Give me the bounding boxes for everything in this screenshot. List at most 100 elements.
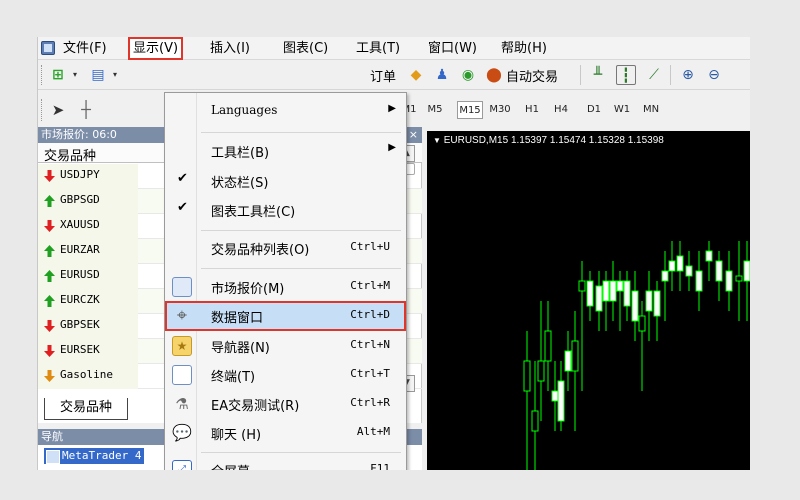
menu-item-chart-toolbar[interactable]: ✔ 图表工具栏(C) [165,195,406,225]
symbol-column-header[interactable]: 交易品种 [44,145,96,164]
terminal-icon [172,365,192,385]
tab-symbols[interactable]: 交易品种 [44,398,128,420]
menu-item-toolbars[interactable]: 工具栏(B) ▶ [165,136,406,166]
crosshair-icon: ⌖ [176,305,188,326]
candle-body [685,265,693,277]
menu-item-label: 全屏幕 [211,461,250,470]
timeframe-h4[interactable]: H4 [550,101,572,119]
signal-icon[interactable]: ◉ [458,65,478,85]
menu-view[interactable]: 显示(V) [128,37,184,60]
menu-help[interactable]: 帮助(H) [501,37,547,60]
candlestick-icon[interactable]: ┇ [616,65,636,85]
arrow-up-icon [44,295,55,307]
candle-body [705,250,713,262]
toolbar-grip [41,99,44,121]
menu-item-symbols[interactable]: 交易品种列表(O) Ctrl+U [165,233,406,263]
menubar: 文件(F) 显示(V) 插入(I) 图表(C) 工具(T) 窗口(W) 帮助(H… [38,37,750,60]
menu-item-shortcut: Alt+M [356,425,390,438]
menu-insert[interactable]: 插入(I) [210,37,250,60]
profiles-icon[interactable]: ▤ [88,65,108,85]
timeframe-m15[interactable]: M15 [457,101,483,119]
arrow-down-icon [44,370,55,382]
candle-body [571,340,579,372]
menu-item-label: 状态栏(S) [211,176,269,191]
menu-item-label: 工具栏(B) [211,146,270,161]
arrow-down-icon [44,320,55,332]
candle-body [523,360,531,392]
menu-item-strategy-tester[interactable]: ⚗ EA交易测试(R) Ctrl+R [165,389,406,419]
chevron-down-icon[interactable]: ▾ [110,65,120,85]
menu-item-terminal[interactable]: 终端(T) Ctrl+T [165,360,406,390]
bar-chart-icon[interactable]: ╨ [588,65,608,85]
crosshair-tool-icon[interactable]: ┼ [76,100,96,120]
navigator-icon: ★ [172,336,192,356]
menu-item-shortcut: Ctrl+R [350,396,390,409]
arrow-up-icon [44,245,55,257]
candle-body [631,290,639,322]
timeframe-m30[interactable]: M30 [486,101,514,119]
autotrading-icon[interactable]: ⬤ [484,65,504,85]
new-chart-icon[interactable]: ⊞ [48,65,68,85]
menu-item-label: 市场报价(M) [211,282,285,297]
symbol-name: Gasoline [60,368,113,381]
symbol-cell: USDJPY [38,164,138,189]
timeframe-m5[interactable]: M5 [424,101,446,119]
symbol-cell: EURUSD [38,264,138,289]
menu-file[interactable]: 文件(F) [63,37,107,60]
candle-body [557,380,565,422]
timeframe-h1[interactable]: H1 [521,101,543,119]
chart-window[interactable]: ▼ EURUSD,M15 1.15397 1.15474 1.15328 1.1… [427,131,750,470]
menu-item-languages[interactable]: Languages ▶ [165,97,406,127]
symbol-name: EURZAR [60,243,100,256]
menu-item-label: Languages [211,103,278,117]
zoom-out-icon[interactable]: ⊖ [704,65,724,85]
candle-body [725,270,733,292]
menu-item-label: 图表工具栏(C) [211,205,296,220]
arrow-down-icon [44,170,55,182]
menu-separator [201,230,401,231]
navigator-root-item[interactable]: MetaTrader 4 [44,448,145,464]
candle-body [578,280,586,292]
metaeditor-icon[interactable]: ◆ [406,65,426,85]
line-chart-icon[interactable]: ⟋ [644,65,664,85]
people-icon[interactable]: ♟ [432,65,452,85]
submenu-arrow-icon: ▶ [388,103,396,114]
menu-item-navigator[interactable]: ★ 导航器(N) Ctrl+N [165,331,406,361]
candle-body [586,280,594,307]
candle-body [602,280,610,302]
candle-body [743,260,750,282]
candle-body [653,290,661,317]
candle-body [676,255,684,272]
menu-item-chat[interactable]: 💬 聊天 (H) Alt+M [165,418,406,448]
menu-window[interactable]: 窗口(W) [428,37,477,60]
mt4-window: 文件(F) 显示(V) 插入(I) 图表(C) 工具(T) 窗口(W) 帮助(H… [37,37,750,470]
zoom-in-icon[interactable]: ⊕ [678,65,698,85]
chart-title: ▼ EURUSD,M15 1.15397 1.15474 1.15328 1.1… [433,135,664,146]
close-icon[interactable]: × [409,127,418,143]
symbol-name: EURCZK [60,293,100,306]
menu-item-data-window[interactable]: ⌖ 数据窗口 Ctrl+D [165,301,406,331]
menu-tools[interactable]: 工具(T) [356,37,400,60]
menu-charts[interactable]: 图表(C) [283,37,328,60]
chart-menu-icon[interactable]: ▼ [433,136,441,145]
timeframe-w1[interactable]: W1 [611,101,633,119]
autotrading-label[interactable]: 自动交易 [506,66,578,85]
cursor-icon[interactable]: ➤ [48,100,68,120]
menu-item-shortcut: Ctrl+N [350,338,390,351]
candle-body [668,260,676,272]
menu-item-market-watch[interactable]: 市场报价(M) Ctrl+M [165,272,406,302]
symbol-cell: GBPSGD [38,189,138,214]
menu-item-fullscreen[interactable]: ⤢ 全屏幕 F11 [165,455,406,470]
symbol-cell: Gasoline [38,364,138,389]
chevron-down-icon[interactable]: ▾ [70,65,80,85]
fullscreen-icon: ⤢ [172,460,192,470]
timeframe-mn[interactable]: MN [639,101,663,119]
timeframe-d1[interactable]: D1 [583,101,605,119]
market-watch-icon [172,277,192,297]
menu-separator [201,132,401,133]
new-order-label[interactable]: 订单 [370,66,396,85]
menu-item-label: 终端(T) [211,370,256,385]
app-icon [41,41,55,55]
candle-body [623,280,631,307]
menu-item-status-bar[interactable]: ✔ 状态栏(S) [165,166,406,196]
